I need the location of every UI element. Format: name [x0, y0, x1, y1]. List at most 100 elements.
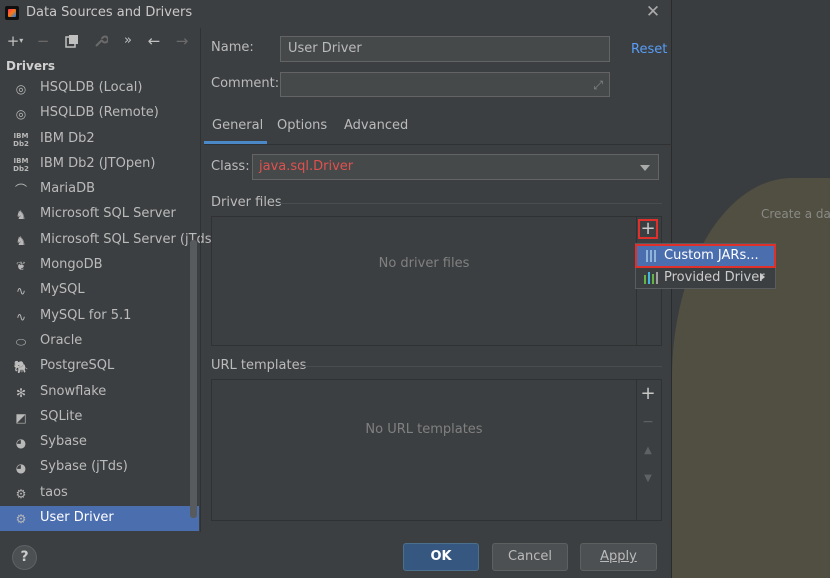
- sidebar-item-mssql[interactable]: ♞ Microsoft SQL Server: [0, 202, 199, 227]
- drivers-list: ◎ HSQLDB (Local) ◎ HSQLDB (Remote) IBM Db…: [0, 76, 217, 532]
- forward-icon[interactable]: →: [171, 30, 193, 52]
- library-icon: [644, 272, 658, 284]
- tab-general[interactable]: General: [212, 118, 263, 133]
- add-icon[interactable]: +: [638, 219, 658, 239]
- driver-files-title: Driver files: [211, 195, 282, 210]
- postgresql-icon: 🐘: [13, 360, 29, 375]
- side-toolbar-divider: [636, 380, 637, 520]
- tab-advanced[interactable]: Advanced: [344, 118, 408, 133]
- url-templates-title: URL templates: [211, 358, 307, 373]
- sidebar-item-label: HSQLDB (Remote): [40, 105, 159, 121]
- sqlite-icon: ◩: [15, 410, 27, 425]
- driver-icon: ⚙: [15, 486, 27, 501]
- name-label: Name:: [211, 40, 254, 55]
- menu-item-provided-driver[interactable]: Provided Driver: [636, 267, 775, 289]
- sidebar-item-label: Microsoft SQL Server: [40, 206, 176, 222]
- mariadb-icon: ⌒: [14, 183, 27, 198]
- add-driver-file-menu: Custom JARs... Provided Driver: [635, 243, 776, 289]
- oracle-icon: ⬭: [15, 334, 27, 349]
- cancel-button[interactable]: Cancel: [492, 543, 568, 571]
- remove-icon[interactable]: −: [638, 412, 658, 432]
- background-hint-text: Create a dat: [761, 207, 830, 221]
- menu-item-label: Provided Driver: [664, 270, 765, 285]
- mssql-icon: ♞: [15, 233, 27, 248]
- class-value: java.sql.Driver: [259, 159, 354, 174]
- ok-button[interactable]: OK: [403, 543, 479, 571]
- expand-icon[interactable]: ⤢: [593, 78, 603, 93]
- sidebar-scrollbar[interactable]: [190, 240, 197, 518]
- class-label: Class:: [211, 159, 250, 174]
- sidebar-item-label: SQLite: [40, 408, 83, 424]
- sidebar-item-sqlite[interactable]: ◩ SQLite: [0, 405, 199, 430]
- ibm-db2-icon: IBM Db2: [13, 131, 29, 148]
- comment-label: Comment:: [211, 76, 280, 91]
- window-title: Data Sources and Drivers: [26, 5, 193, 20]
- move-up-icon[interactable]: ▲: [638, 441, 658, 461]
- sidebar-item-label: MariaDB: [40, 181, 96, 197]
- background-illustration: [672, 178, 830, 578]
- remove-icon[interactable]: −: [32, 30, 54, 52]
- wrench-icon[interactable]: [90, 30, 112, 52]
- sidebar-item-taos[interactable]: ⚙ taos: [0, 481, 199, 506]
- sidebar-item-mongodb[interactable]: ❦ MongoDB: [0, 253, 199, 278]
- comment-field[interactable]: ⤢: [280, 72, 610, 97]
- sidebar-item-label: taos: [40, 484, 68, 500]
- chevron-down-icon: [640, 165, 650, 171]
- sidebar-item-oracle[interactable]: ⬭ Oracle: [0, 329, 199, 354]
- sidebar-item-label: MongoDB: [40, 257, 103, 273]
- ibm-db2-icon: IBM Db2: [13, 156, 29, 173]
- add-icon[interactable]: +▾: [4, 30, 26, 52]
- sidebar-item-mariadb[interactable]: ⌒ MariaDB: [0, 177, 199, 202]
- add-icon[interactable]: +: [638, 384, 658, 404]
- section-divider: [279, 203, 662, 204]
- driver-icon: ⚙: [15, 512, 27, 527]
- name-value: User Driver: [288, 41, 362, 56]
- drivers-section-label: Drivers: [6, 59, 56, 73]
- data-sources-dialog: Data Sources and Drivers ✕ +▾ − » ← → Dr…: [0, 0, 776, 578]
- sidebar-item-label: Oracle: [40, 332, 83, 348]
- sidebar-item-label: IBM Db2: [40, 130, 95, 146]
- sidebar-item-ibm-db2-jtopen[interactable]: IBM Db2 IBM Db2 (JTOpen): [0, 152, 199, 177]
- sidebar-item-snowflake[interactable]: ✻ Snowflake: [0, 380, 199, 405]
- sidebar-item-mysql-51[interactable]: ∿ MySQL for 5.1: [0, 304, 199, 329]
- sidebar-item-user-driver[interactable]: ⚙ User Driver: [0, 506, 199, 532]
- active-tab-indicator: [204, 141, 267, 144]
- sidebar-item-sybase[interactable]: ◕ Sybase: [0, 430, 199, 455]
- sidebar-item-ibm-db2[interactable]: IBM Db2 IBM Db2: [0, 127, 199, 152]
- jar-icon: [646, 250, 656, 262]
- name-field[interactable]: User Driver: [280, 36, 610, 62]
- sidebar-item-label: MySQL for 5.1: [40, 307, 132, 323]
- sidebar-item-sybase-jtds[interactable]: ◕ Sybase (jTds): [0, 455, 199, 480]
- apply-button[interactable]: Apply: [580, 543, 657, 571]
- url-templates-empty-text: No URL templates: [365, 422, 483, 437]
- sidebar-item-label: IBM Db2 (JTOpen): [40, 155, 156, 171]
- sidebar-item-postgresql[interactable]: 🐘 PostgreSQL: [0, 354, 199, 379]
- mysql-icon: ∿: [15, 309, 27, 324]
- driver-files-box: No driver files: [211, 216, 662, 346]
- sidebar-item-hsqldb-remote[interactable]: ◎ HSQLDB (Remote): [0, 101, 199, 126]
- panel-divider: [200, 28, 201, 532]
- back-icon[interactable]: ←: [143, 30, 165, 52]
- close-icon[interactable]: ✕: [644, 2, 662, 22]
- apply-label: Apply: [600, 549, 637, 564]
- sidebar-item-label: Sybase: [40, 434, 87, 450]
- duplicate-icon[interactable]: [61, 30, 83, 52]
- sidebar-item-hsqldb-local[interactable]: ◎ HSQLDB (Local): [0, 76, 199, 101]
- tab-options[interactable]: Options: [277, 118, 327, 133]
- move-down-icon[interactable]: ▼: [638, 469, 658, 489]
- sidebar-item-mssql-jtds[interactable]: ♞ Microsoft SQL Server (jTds): [0, 228, 217, 253]
- sidebar-item-label: MySQL: [40, 282, 85, 298]
- sidebar-item-label: HSQLDB (Local): [40, 80, 143, 95]
- menu-item-custom-jars[interactable]: Custom JARs...: [635, 244, 776, 268]
- reset-link[interactable]: Reset: [631, 42, 667, 57]
- snowflake-icon: ✻: [15, 385, 27, 400]
- sidebar-item-mysql[interactable]: ∿ MySQL: [0, 278, 199, 303]
- title-bar: Data Sources and Drivers ✕: [0, 0, 672, 28]
- driver-files-empty-text: No driver files: [378, 256, 470, 271]
- class-dropdown[interactable]: java.sql.Driver: [252, 154, 659, 180]
- hsqldb-icon: ◎: [15, 107, 27, 122]
- help-button[interactable]: ?: [12, 545, 37, 570]
- more-icon[interactable]: »: [117, 30, 139, 52]
- app-logo-icon: [5, 6, 19, 20]
- hsqldb-icon: ◎: [15, 82, 27, 96]
